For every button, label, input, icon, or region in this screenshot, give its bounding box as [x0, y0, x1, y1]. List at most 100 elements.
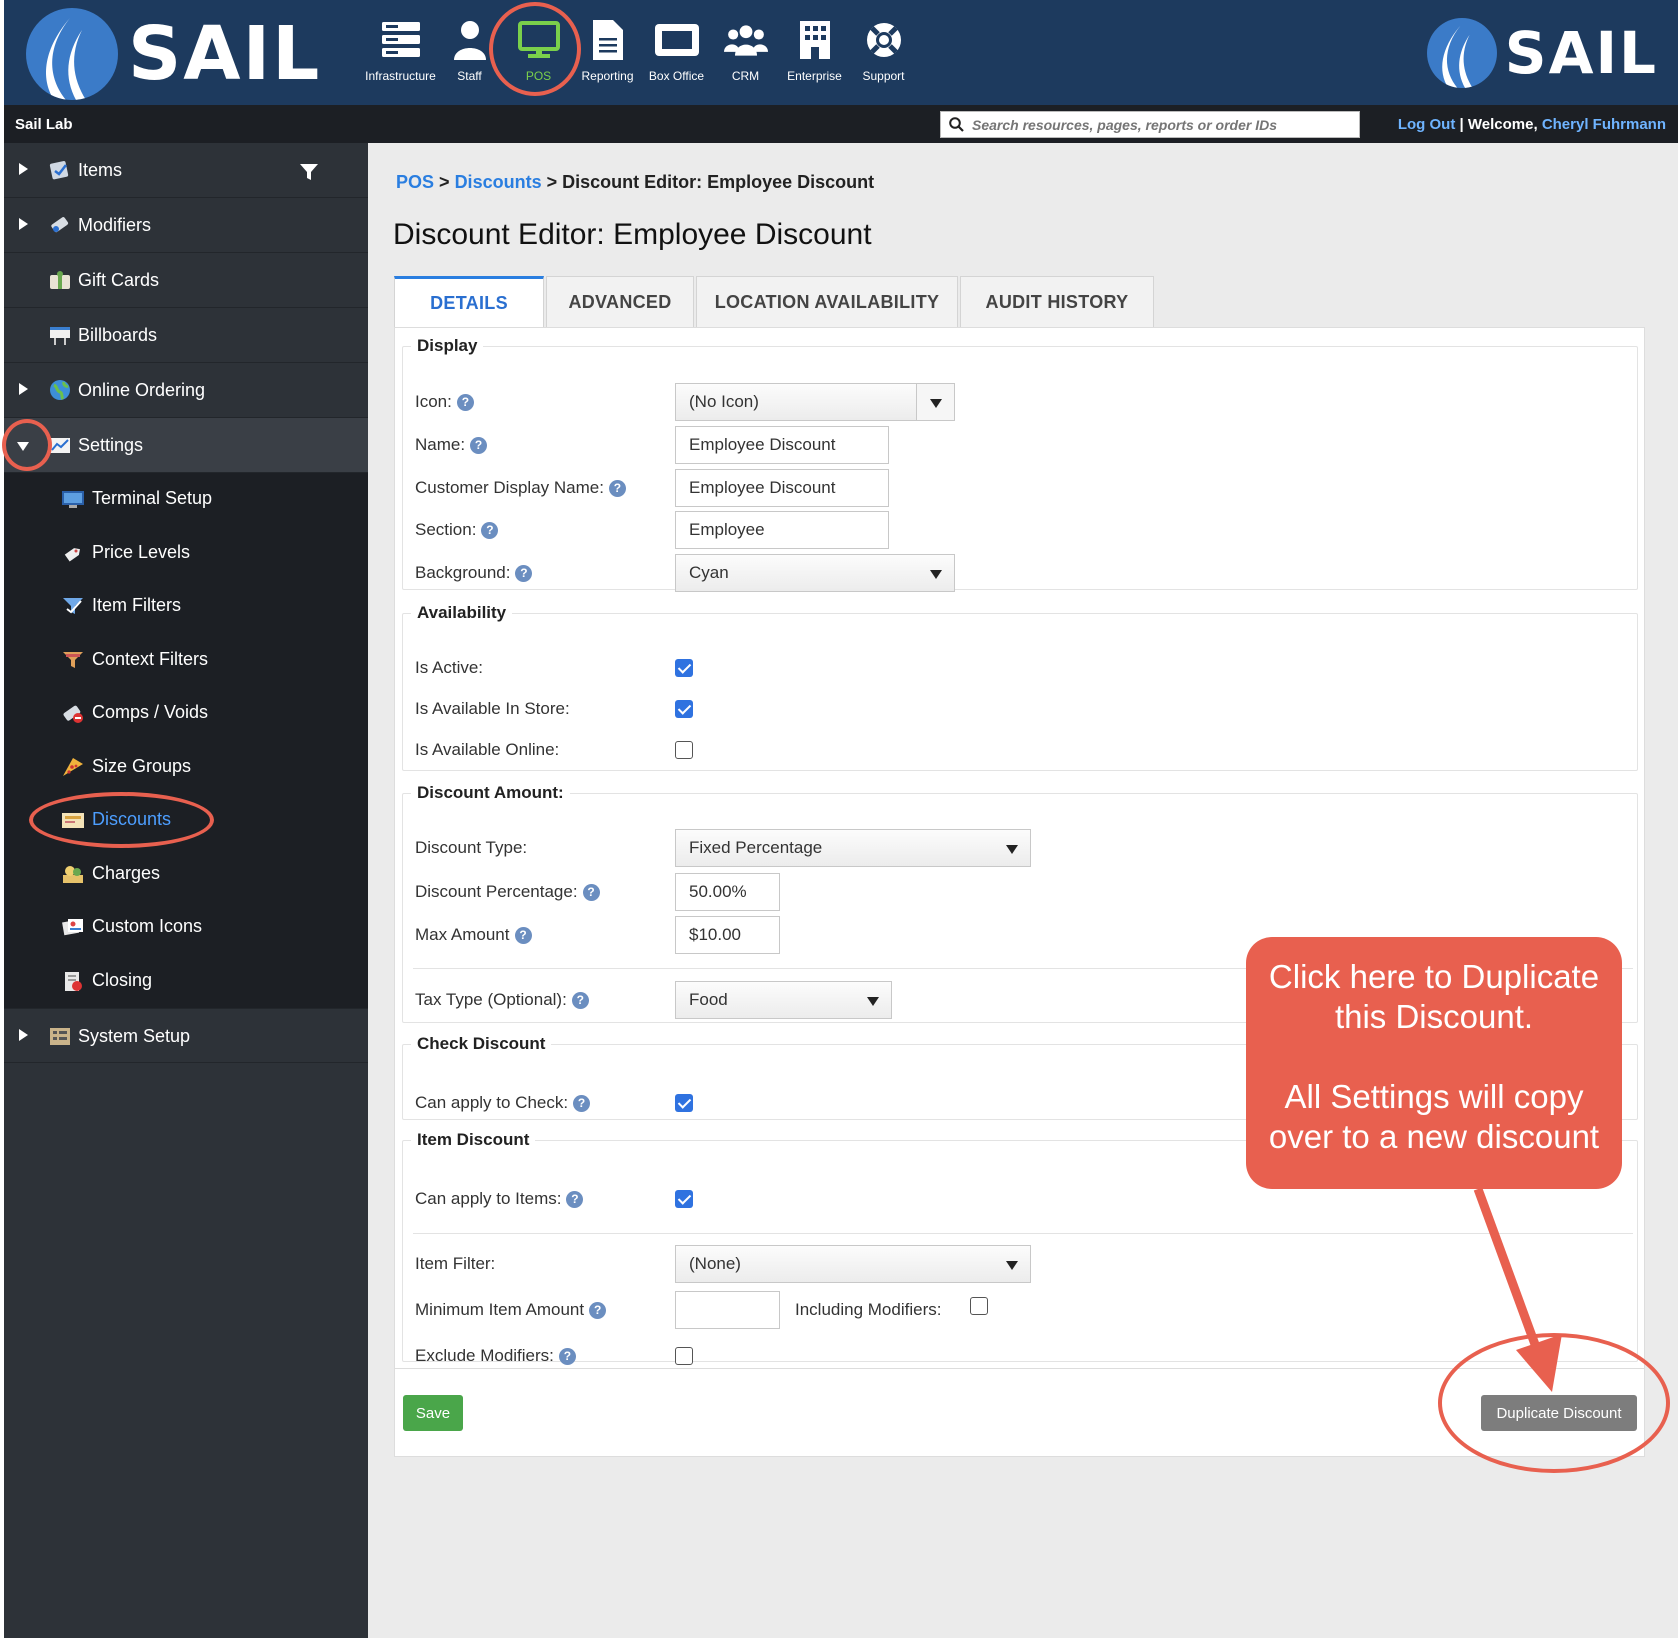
help-icon[interactable]: ? — [515, 565, 533, 583]
sidebar-item-label: Item Filters — [92, 595, 182, 615]
discount-type-select[interactable]: Fixed Percentage — [675, 829, 1031, 867]
sidebar-item-charges[interactable]: Charges — [4, 848, 368, 902]
filter-icon[interactable] — [300, 163, 318, 181]
help-icon[interactable]: ? — [608, 480, 626, 498]
including-modifiers-label: Including Modifiers: — [795, 1300, 942, 1319]
is-available-online-checkbox[interactable] — [675, 741, 693, 759]
search-input[interactable] — [972, 116, 1342, 133]
is-available-in-store-label: Is Available In Store: — [415, 699, 570, 718]
nav-label: Support — [862, 69, 905, 83]
sidebar-item-modifiers[interactable]: Modifiers — [4, 198, 368, 253]
sidebar-item-price-levels[interactable]: Price Levels — [4, 527, 368, 581]
tab-advanced[interactable]: ADVANCED — [546, 276, 694, 327]
section-input[interactable] — [689, 520, 888, 540]
tab-details[interactable]: DETAILS — [394, 276, 544, 327]
nav-crm[interactable]: CRM — [711, 18, 780, 83]
can-apply-to-items-label: Can apply to Items:? — [415, 1189, 584, 1209]
name-input[interactable] — [689, 435, 888, 455]
customer-display-name-row: Customer Display Name:? — [403, 469, 1637, 507]
help-icon[interactable]: ? — [470, 437, 488, 455]
nav-infrastructure[interactable]: Infrastructure — [365, 18, 436, 83]
discount-icon — [62, 813, 84, 828]
annotation-line: this Discount. — [1334, 998, 1534, 1035]
modifiers-icon — [51, 217, 69, 233]
sidebar-item-context-filters[interactable]: Context Filters — [4, 634, 368, 688]
customer-display-name-field[interactable] — [675, 469, 889, 507]
sidebar-item-custom-icons[interactable]: Custom Icons — [4, 901, 368, 955]
help-icon[interactable]: ? — [558, 1348, 576, 1366]
details-panel: Display Icon:? (No Icon) Name:? Customer… — [394, 327, 1645, 1457]
page-title: Discount Editor: Employee Discount — [393, 218, 872, 251]
help-icon[interactable]: ? — [456, 394, 474, 412]
sail-logo[interactable]: SAIL — [26, 8, 321, 100]
tax-type-select[interactable]: Food — [675, 981, 892, 1019]
sidebar-item-discounts[interactable]: Discounts — [4, 794, 368, 848]
sidebar-item-item-filters[interactable]: Item Filters — [4, 580, 368, 634]
sidebar-item-online-ordering[interactable]: Online Ordering — [4, 363, 368, 418]
help-icon[interactable]: ? — [573, 1095, 591, 1113]
customer-display-name-input[interactable] — [689, 478, 888, 498]
minimum-item-amount-field[interactable] — [675, 1291, 780, 1329]
chevron-down-icon — [930, 570, 942, 579]
save-button[interactable]: Save — [403, 1395, 463, 1431]
sidebar-item-comps-voids[interactable]: Comps / Voids — [4, 687, 368, 741]
help-icon[interactable]: ? — [514, 927, 532, 945]
discount-percentage-input[interactable] — [689, 882, 779, 902]
tab-location-availability[interactable]: LOCATION AVAILABILITY — [696, 276, 958, 327]
brand-name: SAIL — [128, 11, 322, 97]
nav-reporting[interactable]: Reporting — [573, 18, 642, 83]
nav-pos[interactable]: POS — [504, 18, 573, 83]
discount-percentage-field[interactable] — [675, 873, 780, 911]
expand-caret-icon[interactable] — [19, 218, 28, 230]
item-filter-select[interactable]: (None) — [675, 1245, 1031, 1283]
nav-enterprise[interactable]: Enterprise — [780, 18, 849, 83]
sidebar-item-size-groups[interactable]: Size Groups — [4, 741, 368, 795]
expand-caret-icon[interactable] — [19, 383, 28, 395]
exclude-modifiers-checkbox[interactable] — [675, 1347, 693, 1365]
brand-name: SAIL — [1504, 19, 1658, 87]
max-amount-input[interactable] — [689, 925, 779, 945]
sidebar-item-label: Price Levels — [92, 541, 191, 562]
sidebar-item-system-setup[interactable]: System Setup — [4, 1008, 368, 1063]
logout-link[interactable]: Log Out — [1398, 116, 1455, 133]
nav-label: Box Office — [648, 69, 705, 83]
help-icon[interactable]: ? — [571, 992, 589, 1010]
name-field[interactable] — [675, 426, 889, 464]
display-fieldset: Display Icon:? (No Icon) Name:? Customer… — [402, 336, 1638, 592]
monitor-icon — [517, 18, 561, 62]
sidebar-item-billboards[interactable]: Billboards — [4, 308, 368, 363]
help-icon[interactable]: ? — [566, 1191, 584, 1209]
breadcrumb-pos-link[interactable]: POS — [396, 172, 434, 192]
duplicate-discount-button[interactable]: Duplicate Discount — [1481, 1395, 1637, 1431]
section-field[interactable] — [675, 511, 889, 549]
help-icon[interactable]: ? — [589, 1302, 607, 1320]
global-search[interactable] — [940, 111, 1360, 138]
sidebar-item-closing[interactable]: Closing — [4, 955, 368, 1009]
help-icon[interactable]: ? — [582, 884, 600, 902]
collapse-caret-icon[interactable] — [17, 442, 29, 451]
minimum-item-amount-input[interactable] — [689, 1300, 779, 1320]
icon-select[interactable]: (No Icon) — [675, 383, 955, 421]
expand-caret-icon[interactable] — [19, 163, 28, 175]
including-modifiers-checkbox[interactable] — [970, 1297, 988, 1315]
sidebar-item-settings[interactable]: Settings — [4, 418, 368, 473]
can-apply-to-items-checkbox[interactable] — [675, 1190, 693, 1208]
nav-staff[interactable]: Staff — [435, 18, 504, 83]
help-icon[interactable]: ? — [481, 522, 499, 540]
background-select[interactable]: Cyan — [675, 554, 955, 592]
sidebar-item-items[interactable]: Items — [4, 143, 368, 198]
user-name-link[interactable]: Cheryl Fuhrmann — [1542, 116, 1666, 133]
users-icon — [723, 18, 768, 62]
max-amount-field[interactable] — [675, 916, 780, 954]
sidebar-item-gift-cards[interactable]: Gift Cards — [4, 253, 368, 308]
tab-audit-history[interactable]: AUDIT HISTORY — [960, 276, 1154, 327]
expand-caret-icon[interactable] — [19, 1029, 28, 1041]
can-apply-to-check-checkbox[interactable] — [675, 1094, 693, 1112]
nav-label: Enterprise — [787, 69, 842, 83]
is-active-checkbox[interactable] — [675, 659, 693, 677]
breadcrumb-discounts-link[interactable]: Discounts — [455, 172, 542, 192]
is-available-in-store-checkbox[interactable] — [675, 700, 693, 718]
nav-support[interactable]: Support — [849, 18, 918, 83]
nav-box-office[interactable]: Box Office — [642, 18, 711, 83]
sidebar-item-terminal-setup[interactable]: Terminal Setup — [4, 473, 368, 527]
